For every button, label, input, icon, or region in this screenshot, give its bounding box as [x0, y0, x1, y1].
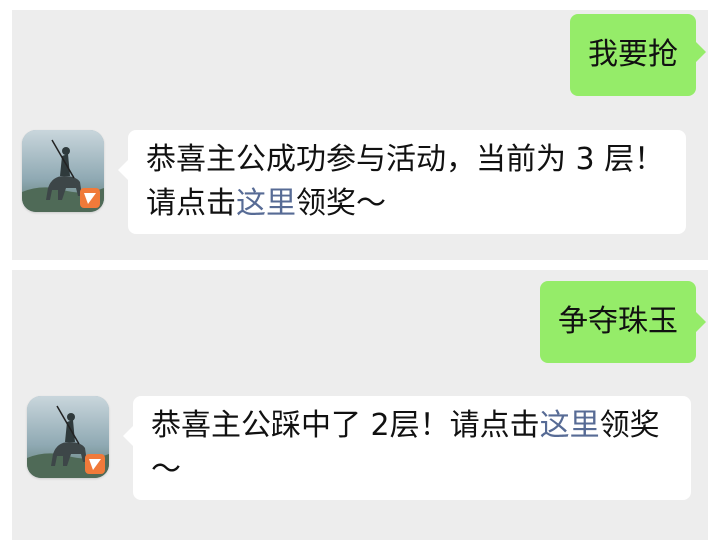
received-message-text: 恭喜主公踩中了 2层！请点击	[151, 408, 540, 443]
received-message-text: 恭喜主公成功参与活动，当前为 3 层！请点击	[146, 142, 665, 221]
game-character-avatar-icon[interactable]	[22, 130, 104, 212]
received-message-text-tail: 领奖～	[296, 186, 386, 221]
sent-message-bubble[interactable]: 我要抢	[570, 14, 696, 96]
received-message-bubble: 恭喜主公踩中了 2层！请点击这里领奖～	[133, 396, 691, 500]
game-character-avatar-icon[interactable]	[27, 396, 109, 478]
claim-reward-link[interactable]: 这里	[236, 186, 296, 221]
chat-panel-1: 我要抢 恭喜主公成功参与活动，当前为 3 层！请点击这里领奖～	[12, 10, 708, 260]
sent-message-text: 争夺珠玉	[558, 304, 678, 339]
received-message-bubble: 恭喜主公成功参与活动，当前为 3 层！请点击这里领奖～	[128, 130, 686, 234]
chat-panel-2: 争夺珠玉 恭喜主公踩中了 2层！请点击这里领奖～	[12, 270, 708, 540]
sent-bubble-tail	[696, 312, 706, 332]
claim-reward-link[interactable]: 这里	[540, 408, 600, 443]
received-bubble-tail	[123, 426, 133, 446]
sent-message-text: 我要抢	[588, 37, 678, 72]
sent-bubble-tail	[696, 42, 706, 62]
received-bubble-tail	[118, 160, 128, 180]
sent-message-bubble[interactable]: 争夺珠玉	[540, 281, 696, 363]
